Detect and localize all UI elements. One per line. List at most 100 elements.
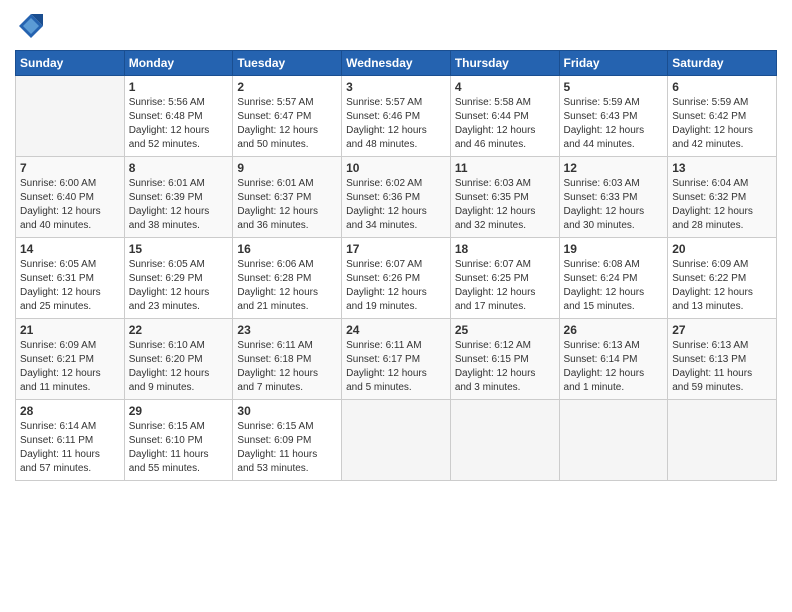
weekday-header-friday: Friday — [559, 51, 668, 76]
calendar-day-30: 30 Sunrise: 6:15 AMSunset: 6:09 PMDayligh… — [233, 400, 342, 481]
calendar-day-2: 2 Sunrise: 5:57 AMSunset: 6:47 PMDaylight… — [233, 76, 342, 157]
calendar-week-row: 14 Sunrise: 6:05 AMSunset: 6:31 PMDayligh… — [16, 238, 777, 319]
calendar-day-24: 24 Sunrise: 6:11 AMSunset: 6:17 PMDayligh… — [342, 319, 451, 400]
calendar-day-14: 14 Sunrise: 6:05 AMSunset: 6:31 PMDayligh… — [16, 238, 125, 319]
day-number: 8 — [129, 161, 229, 175]
calendar-day-4: 4Sunrise: 5:58 AMSunset: 6:44 PMDaylight… — [450, 76, 559, 157]
day-number: 28 — [20, 404, 120, 418]
calendar-day-9: 9 Sunrise: 6:01 AMSunset: 6:37 PMDaylight… — [233, 157, 342, 238]
day-info: Sunrise: 6:11 AMSunset: 6:17 PMDaylight:… — [346, 339, 446, 395]
logo — [15, 10, 51, 42]
day-info: Sunrise: 6:05 AMSunset: 6:29 PMDaylight:… — [129, 258, 229, 314]
day-number: 22 — [129, 323, 229, 337]
day-number: 18 — [455, 242, 555, 256]
day-info: Sunrise: 6:02 AMSunset: 6:36 PMDaylight:… — [346, 177, 446, 233]
calendar-table: SundayMondayTuesdayWednesdayThursdayFrid… — [15, 50, 777, 481]
day-number: 26 — [564, 323, 664, 337]
calendar-day-15: 15 Sunrise: 6:05 AMSunset: 6:29 PMDayligh… — [124, 238, 233, 319]
calendar-day-empty — [559, 400, 668, 481]
calendar-day-18: 18 Sunrise: 6:07 AMSunset: 6:25 PMDayligh… — [450, 238, 559, 319]
calendar-day-12: 12 Sunrise: 6:03 AMSunset: 6:33 PMDayligh… — [559, 157, 668, 238]
day-info: Sunrise: 6:04 AMSunset: 6:32 PMDaylight:… — [672, 177, 772, 233]
day-number: 6 — [672, 80, 772, 94]
day-number: 24 — [346, 323, 446, 337]
page: SundayMondayTuesdayWednesdayThursdayFrid… — [0, 0, 792, 612]
calendar-day-empty — [342, 400, 451, 481]
day-number: 1 — [129, 80, 229, 94]
calendar-day-3: 3Sunrise: 5:57 AMSunset: 6:46 PMDaylight… — [342, 76, 451, 157]
calendar-day-29: 29 Sunrise: 6:15 AMSunset: 6:10 PMDayligh… — [124, 400, 233, 481]
day-info: Sunrise: 6:03 AMSunset: 6:35 PMDaylight:… — [455, 177, 555, 233]
calendar-week-row: 21 Sunrise: 6:09 AMSunset: 6:21 PMDayligh… — [16, 319, 777, 400]
calendar-day-8: 8 Sunrise: 6:01 AMSunset: 6:39 PMDaylight… — [124, 157, 233, 238]
day-info: Sunrise: 6:11 AMSunset: 6:18 PMDaylight:… — [237, 339, 337, 395]
day-number: 9 — [237, 161, 337, 175]
calendar-day-16: 16Sunrise: 6:06 AMSunset: 6:28 PMDayligh… — [233, 238, 342, 319]
day-info: Sunrise: 6:00 AMSunset: 6:40 PMDaylight:… — [20, 177, 120, 233]
day-number: 30 — [237, 404, 337, 418]
day-number: 27 — [672, 323, 772, 337]
day-number: 25 — [455, 323, 555, 337]
day-info: Sunrise: 6:15 AMSunset: 6:09 PMDaylight:… — [237, 420, 337, 476]
calendar-day-23: 23 Sunrise: 6:11 AMSunset: 6:18 PMDayligh… — [233, 319, 342, 400]
calendar-week-row: 1 Sunrise: 5:56 AMSunset: 6:48 PMDaylight… — [16, 76, 777, 157]
weekday-header-row: SundayMondayTuesdayWednesdayThursdayFrid… — [16, 51, 777, 76]
day-info: Sunrise: 6:06 AMSunset: 6:28 PMDaylight:… — [237, 258, 337, 314]
day-info: Sunrise: 6:09 AMSunset: 6:22 PMDaylight:… — [672, 258, 772, 314]
weekday-header-tuesday: Tuesday — [233, 51, 342, 76]
calendar-week-row: 7 Sunrise: 6:00 AMSunset: 6:40 PMDaylight… — [16, 157, 777, 238]
day-number: 20 — [672, 242, 772, 256]
calendar-day-28: 28 Sunrise: 6:14 AMSunset: 6:11 PMDayligh… — [16, 400, 125, 481]
calendar-day-22: 22 Sunrise: 6:10 AMSunset: 6:20 PMDayligh… — [124, 319, 233, 400]
day-info: Sunrise: 6:05 AMSunset: 6:31 PMDaylight:… — [20, 258, 120, 314]
calendar-day-1: 1 Sunrise: 5:56 AMSunset: 6:48 PMDaylight… — [124, 76, 233, 157]
calendar-day-27: 27 Sunrise: 6:13 AMSunset: 6:13 PMDayligh… — [668, 319, 777, 400]
day-info: Sunrise: 6:10 AMSunset: 6:20 PMDaylight:… — [129, 339, 229, 395]
day-number: 13 — [672, 161, 772, 175]
day-info: Sunrise: 6:07 AMSunset: 6:25 PMDaylight:… — [455, 258, 555, 314]
day-info: Sunrise: 6:13 AMSunset: 6:13 PMDaylight:… — [672, 339, 772, 395]
day-number: 3 — [346, 80, 446, 94]
logo-icon — [15, 10, 47, 42]
day-number: 23 — [237, 323, 337, 337]
calendar-day-25: 25 Sunrise: 6:12 AMSunset: 6:15 PMDayligh… — [450, 319, 559, 400]
day-info: Sunrise: 6:12 AMSunset: 6:15 PMDaylight:… — [455, 339, 555, 395]
day-number: 19 — [564, 242, 664, 256]
weekday-header-saturday: Saturday — [668, 51, 777, 76]
calendar-day-empty — [450, 400, 559, 481]
day-info: Sunrise: 5:59 AMSunset: 6:42 PMDaylight:… — [672, 96, 772, 152]
day-info: Sunrise: 6:01 AMSunset: 6:39 PMDaylight:… — [129, 177, 229, 233]
day-info: Sunrise: 5:56 AMSunset: 6:48 PMDaylight:… — [129, 96, 229, 152]
day-number: 2 — [237, 80, 337, 94]
calendar-day-7: 7 Sunrise: 6:00 AMSunset: 6:40 PMDaylight… — [16, 157, 125, 238]
calendar-day-13: 13 Sunrise: 6:04 AMSunset: 6:32 PMDayligh… — [668, 157, 777, 238]
calendar-day-20: 20 Sunrise: 6:09 AMSunset: 6:22 PMDayligh… — [668, 238, 777, 319]
day-number: 7 — [20, 161, 120, 175]
day-number: 5 — [564, 80, 664, 94]
day-info: Sunrise: 6:07 AMSunset: 6:26 PMDaylight:… — [346, 258, 446, 314]
day-info: Sunrise: 6:03 AMSunset: 6:33 PMDaylight:… — [564, 177, 664, 233]
day-info: Sunrise: 6:08 AMSunset: 6:24 PMDaylight:… — [564, 258, 664, 314]
day-number: 29 — [129, 404, 229, 418]
day-info: Sunrise: 6:09 AMSunset: 6:21 PMDaylight:… — [20, 339, 120, 395]
day-number: 17 — [346, 242, 446, 256]
day-number: 15 — [129, 242, 229, 256]
day-info: Sunrise: 6:15 AMSunset: 6:10 PMDaylight:… — [129, 420, 229, 476]
day-number: 12 — [564, 161, 664, 175]
weekday-header-sunday: Sunday — [16, 51, 125, 76]
calendar-day-19: 19 Sunrise: 6:08 AMSunset: 6:24 PMDayligh… — [559, 238, 668, 319]
day-info: Sunrise: 6:13 AMSunset: 6:14 PMDaylight:… — [564, 339, 664, 395]
calendar-day-10: 10Sunrise: 6:02 AMSunset: 6:36 PMDayligh… — [342, 157, 451, 238]
calendar-day-empty — [16, 76, 125, 157]
day-info: Sunrise: 5:59 AMSunset: 6:43 PMDaylight:… — [564, 96, 664, 152]
header — [15, 10, 777, 42]
calendar-day-5: 5 Sunrise: 5:59 AMSunset: 6:43 PMDaylight… — [559, 76, 668, 157]
day-info: Sunrise: 5:57 AMSunset: 6:47 PMDaylight:… — [237, 96, 337, 152]
calendar-day-6: 6 Sunrise: 5:59 AMSunset: 6:42 PMDaylight… — [668, 76, 777, 157]
day-info: Sunrise: 6:14 AMSunset: 6:11 PMDaylight:… — [20, 420, 120, 476]
day-number: 21 — [20, 323, 120, 337]
day-number: 14 — [20, 242, 120, 256]
day-info: Sunrise: 6:01 AMSunset: 6:37 PMDaylight:… — [237, 177, 337, 233]
weekday-header-monday: Monday — [124, 51, 233, 76]
day-number: 4 — [455, 80, 555, 94]
